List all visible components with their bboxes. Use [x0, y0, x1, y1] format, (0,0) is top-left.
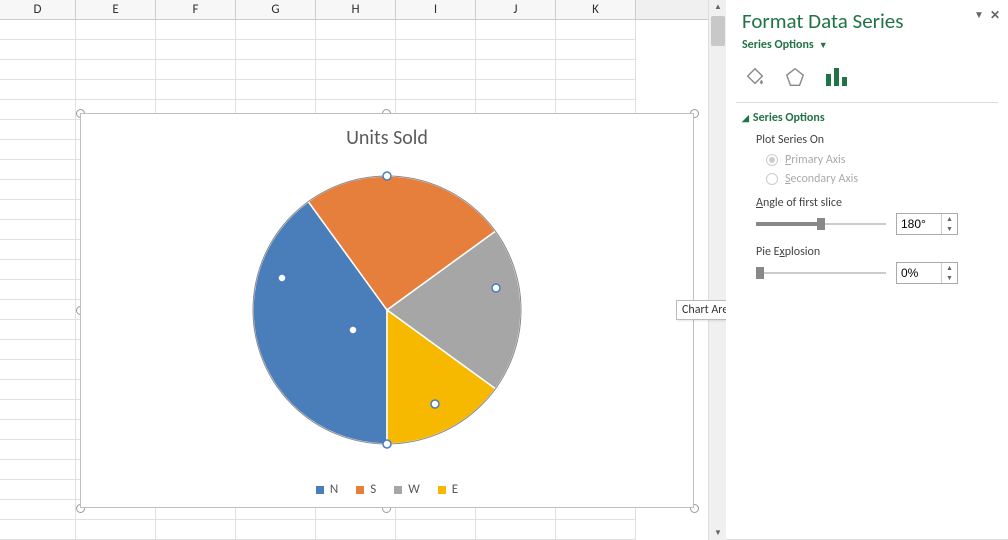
scroll-down-arrow[interactable]: ▼ — [711, 526, 725, 540]
col-header-K[interactable]: K — [556, 0, 636, 19]
explosion-input-field[interactable] — [897, 263, 941, 283]
secondary-axis-radio: Secondary Axis — [766, 172, 992, 186]
col-header-D[interactable]: D — [0, 0, 76, 19]
legend-item[interactable]: N — [316, 482, 338, 497]
chevron-down-icon: ▼ — [819, 40, 828, 51]
legend-label: E — [452, 482, 458, 497]
spin-down-icon[interactable]: ▼ — [942, 224, 957, 234]
col-header-E[interactable]: E — [76, 0, 156, 19]
legend-swatch — [356, 486, 364, 494]
legend-label: W — [408, 482, 420, 497]
legend-label: N — [330, 482, 338, 497]
pane-title: Format Data Series — [742, 8, 992, 34]
plot-series-on-label: Plot Series On — [756, 133, 992, 147]
format-tabs — [744, 66, 992, 92]
col-header-J[interactable]: J — [476, 0, 556, 19]
fill-tab-icon[interactable] — [744, 66, 766, 92]
pane-controls: ▼ ✕ — [974, 8, 1000, 23]
format-data-series-pane: ▼ ✕ Format Data Series Series Options ▼ … — [726, 0, 1008, 540]
series-options-section[interactable]: ◢ Series Options — [742, 111, 992, 125]
vertical-scrollbar[interactable]: ▲ ▼ — [708, 0, 726, 540]
legend-swatch — [316, 486, 324, 494]
explosion-slider[interactable] — [756, 266, 886, 280]
legend-swatch — [438, 486, 446, 494]
angle-slider[interactable] — [756, 217, 886, 231]
pie-explosion-control: Pie Explosion ▲ ▼ — [756, 245, 992, 284]
radio-icon — [766, 173, 778, 185]
column-headers: D E F G H I J K — [0, 0, 708, 20]
scroll-up-arrow[interactable]: ▲ — [711, 0, 725, 14]
pane-dropdown-icon[interactable]: ▼ — [974, 8, 984, 23]
effects-tab-icon[interactable] — [784, 66, 806, 92]
spin-up-icon[interactable]: ▲ — [942, 263, 957, 273]
legend-item[interactable]: S — [356, 482, 376, 497]
primary-axis-radio: Primary Axis — [766, 153, 992, 167]
col-header-I[interactable]: I — [396, 0, 476, 19]
series-options-tab-icon[interactable] — [824, 66, 850, 92]
angle-of-first-slice-control: Angle of first slice ▲ ▼ — [756, 196, 992, 235]
angle-input[interactable]: ▲ ▼ — [896, 213, 958, 235]
explosion-label: Pie Explosion — [756, 245, 992, 259]
spin-up-icon[interactable]: ▲ — [942, 214, 957, 224]
scroll-thumb[interactable] — [711, 16, 725, 46]
chart-legend[interactable]: NSWE — [81, 482, 693, 497]
radio-icon — [766, 154, 778, 166]
pie-chart[interactable] — [81, 170, 693, 450]
legend-item[interactable]: W — [394, 482, 420, 497]
explosion-input[interactable]: ▲ ▼ — [896, 262, 958, 284]
pane-close-icon[interactable]: ✕ — [990, 8, 1000, 23]
angle-input-field[interactable] — [897, 214, 941, 234]
collapse-icon: ◢ — [742, 113, 749, 124]
legend-swatch — [394, 486, 402, 494]
col-header-F[interactable]: F — [156, 0, 236, 19]
spin-down-icon[interactable]: ▼ — [942, 273, 957, 283]
chart-area[interactable]: Units Sold N S W E — [80, 113, 694, 508]
angle-label: Angle of first slice — [756, 196, 992, 210]
col-header-H[interactable]: H — [316, 0, 396, 19]
chart-title[interactable]: Units Sold — [81, 126, 693, 150]
series-options-dropdown[interactable]: Series Options ▼ — [742, 38, 992, 52]
legend-label: S — [370, 482, 376, 497]
legend-item[interactable]: E — [438, 482, 458, 497]
col-header-G[interactable]: G — [236, 0, 316, 19]
